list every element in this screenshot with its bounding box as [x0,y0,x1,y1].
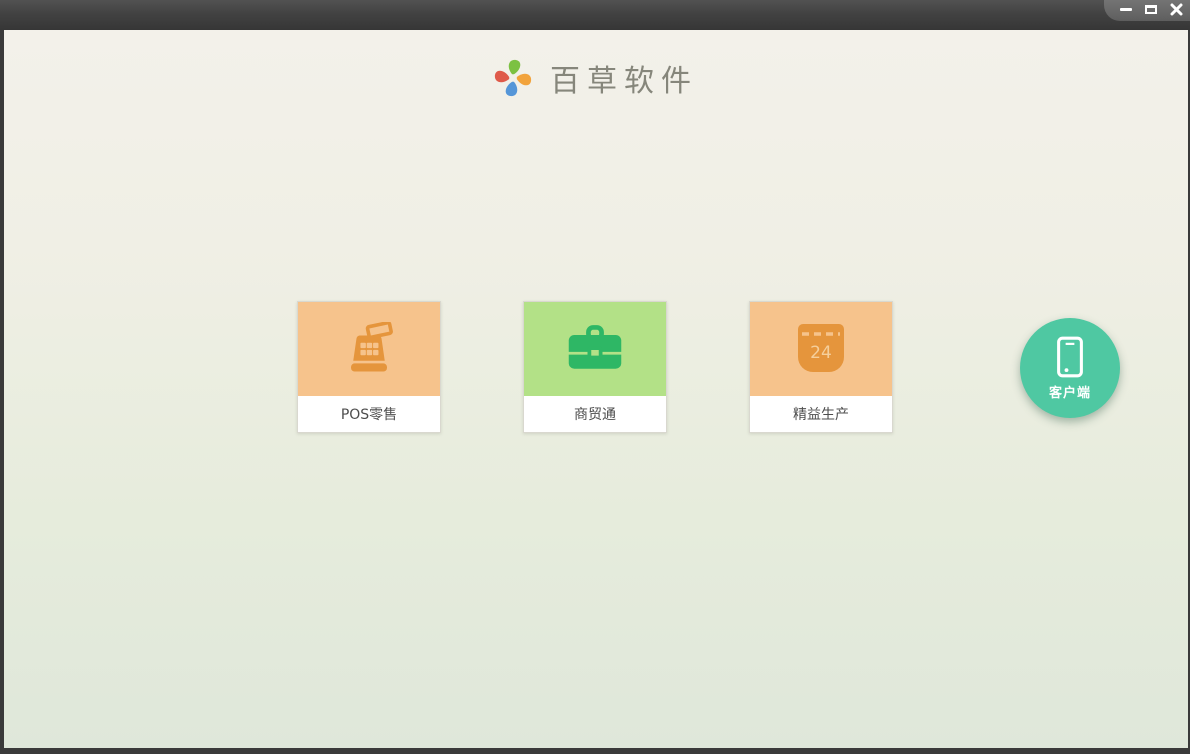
maximize-icon [1145,5,1157,14]
maximize-button[interactable] [1143,3,1159,17]
pinwheel-logo-icon [494,59,532,97]
product-card-trade-top [524,302,666,396]
product-card-lean-top: 24 [750,302,892,396]
main-content: 百草软件 POS零售 商贸通 24 精益生产 客户端 [4,30,1188,748]
client-app-label: 客户端 [1048,386,1091,401]
minimize-button[interactable] [1118,3,1134,17]
product-card-pos-top [298,302,440,396]
calendar-icon: 24 [798,324,844,372]
product-card-trade[interactable]: 商贸通 [523,301,667,433]
close-button[interactable] [1168,3,1184,17]
product-card-lean-label: 精益生产 [750,396,892,432]
window-controls [1104,0,1190,21]
smartphone-icon [1057,336,1083,378]
product-card-trade-label: 商贸通 [524,396,666,432]
close-icon [1170,3,1182,16]
window-titlebar[interactable] [0,0,1190,30]
product-card-pos[interactable]: POS零售 [297,301,441,433]
app-title: 百草软件 [550,64,698,99]
briefcase-icon [568,325,622,369]
calendar-day-number: 24 [810,343,832,363]
product-card-lean[interactable]: 24 精益生产 [749,301,893,433]
brand-header: 百草软件 [4,56,1188,100]
client-app-button[interactable]: 客户端 [1020,318,1120,418]
minimize-icon [1120,8,1132,11]
app-window: 百草软件 POS零售 商贸通 24 精益生产 客户端 [0,0,1190,754]
cash-register-icon [351,322,393,372]
product-card-pos-label: POS零售 [298,396,440,432]
